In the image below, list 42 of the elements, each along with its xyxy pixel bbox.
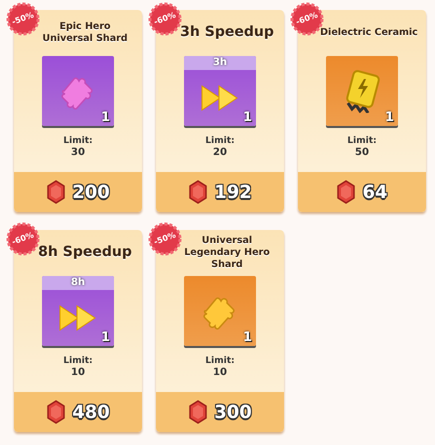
ruby-gem-icon (336, 180, 356, 204)
limit-value: 30 (71, 147, 85, 160)
limit-label: Limit: (63, 136, 93, 148)
buy-button[interactable]: 480 (14, 392, 142, 432)
limit-value: 50 (355, 147, 369, 160)
buy-button[interactable]: 64 (298, 172, 426, 212)
price-text: 192 (214, 180, 252, 204)
limit-label: Limit: (205, 136, 235, 148)
price-text: 480 (72, 400, 110, 424)
item-quantity: 1 (384, 111, 394, 124)
ruby-gem-icon (188, 180, 208, 204)
price-text: 300 (214, 400, 252, 424)
limit-label: Limit: (63, 356, 93, 368)
offer-title: Universal Legendary Hero Shard (183, 235, 271, 271)
item-quantity: 1 (242, 111, 252, 124)
item-quantity: 1 (100, 111, 110, 124)
buy-button[interactable]: 200 (14, 172, 142, 212)
limit-value: 10 (71, 367, 85, 380)
item-quantity: 1 (242, 331, 252, 344)
offer-title: Epic Hero Universal Shard (41, 21, 129, 45)
fast-forward-icon (200, 84, 240, 112)
buy-button[interactable]: 192 (156, 172, 284, 212)
offer-title: 8h Speedup (38, 244, 132, 262)
limit-label: Limit: (347, 136, 377, 148)
offer-title: 3h Speedup (180, 24, 274, 42)
limit-value: 10 (213, 367, 227, 380)
discount-badge: -50% (148, 222, 182, 256)
ruby-gem-icon (188, 400, 208, 424)
discount-badge: -60% (148, 2, 182, 36)
duration-label: 3h (184, 56, 256, 70)
limit-value: 20 (213, 147, 227, 160)
duration-label: 8h (42, 276, 114, 290)
price-text: 64 (362, 180, 388, 204)
discount-badge: -50% (6, 2, 40, 36)
discount-badge: -60% (6, 222, 40, 256)
limit-label: Limit: (205, 356, 235, 368)
price-text: 200 (72, 180, 110, 204)
ruby-gem-icon (46, 180, 66, 204)
fast-forward-icon (58, 304, 98, 332)
ruby-gem-icon (46, 400, 66, 424)
buy-button[interactable]: 300 (156, 392, 284, 432)
item-quantity: 1 (100, 331, 110, 344)
